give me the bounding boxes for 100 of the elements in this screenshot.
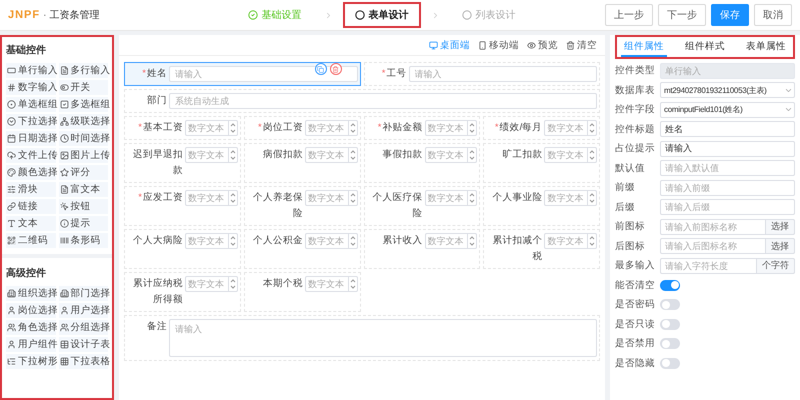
toggle-switch[interactable] — [660, 280, 680, 291]
number-input[interactable]: 数字文本 — [304, 190, 358, 206]
form-item[interactable]: 累计应纳税所得额 数字文本 — [124, 272, 241, 312]
form-item[interactable]: *基本工资 数字文本 — [124, 116, 241, 140]
palette-item[interactable]: 用户组件 — [6, 337, 56, 352]
palette-item[interactable]: 文本 — [6, 216, 56, 231]
palette-item[interactable]: 级联选择 — [58, 114, 108, 129]
form-item[interactable]: *应发工资 数字文本 — [124, 186, 241, 226]
form-item[interactable]: 事假扣款 数字文本 — [364, 143, 480, 183]
palette-item[interactable]: 设计子表 — [58, 337, 108, 352]
form-item[interactable]: 累计收入 数字文本 — [364, 229, 480, 269]
form-item[interactable]: 部门 系统自动生成 — [124, 89, 600, 113]
addon-button[interactable]: 选择 — [766, 218, 795, 235]
form-item[interactable]: 累计扣减个税 数字文本 — [483, 229, 600, 269]
palette-item[interactable]: 单行输入 — [6, 63, 56, 78]
palette-item[interactable]: 按钮 — [58, 199, 108, 214]
number-input[interactable]: 数字文本 — [185, 233, 238, 249]
toggle-switch[interactable] — [660, 318, 680, 330]
form-item[interactable]: 迟到早退扣款 数字文本 — [124, 143, 241, 183]
number-input[interactable]: 数字文本 — [185, 276, 238, 292]
palette-item[interactable]: 部门选择 — [58, 286, 108, 301]
property-input[interactable]: 请输入后缀 — [660, 199, 795, 216]
form-item[interactable]: 个人公积金 数字文本 — [244, 229, 360, 269]
palette-item[interactable]: 分组选择 — [58, 320, 108, 335]
form-item[interactable]: *补贴金额 数字文本 — [364, 116, 480, 140]
palette-item[interactable]: 下拉树形 — [6, 354, 56, 369]
form-item[interactable]: 旷工扣款 数字文本 — [483, 143, 600, 183]
selected-form-item[interactable]: *姓名 请输入 — [124, 62, 360, 86]
form-item[interactable]: *绩效/每月 数字文本 — [483, 116, 600, 140]
palette-item[interactable]: 文件上传 — [6, 148, 56, 163]
palette-item[interactable]: 下拉表格 — [58, 354, 108, 369]
property-input[interactable]: 请输入 — [660, 140, 795, 157]
palette-item[interactable]: 评分 — [58, 165, 108, 180]
palette-item[interactable]: 数字输入 — [6, 80, 56, 95]
number-input[interactable]: 数字文本 — [424, 190, 478, 206]
palette-item[interactable]: 时间选择 — [58, 131, 108, 146]
palette-item[interactable]: 多行输入 — [58, 63, 108, 78]
form-item[interactable]: 本期个税 数字文本 — [244, 272, 360, 312]
palette-item[interactable]: 开关 — [58, 80, 108, 95]
form-item[interactable]: 病假扣款 数字文本 — [244, 143, 360, 183]
number-input[interactable]: 数字文本 — [304, 120, 358, 136]
toolbar-button[interactable]: 预览 — [527, 38, 558, 52]
number-input[interactable]: 数字文本 — [544, 120, 597, 136]
form-item[interactable]: 个人大病险 数字文本 — [124, 229, 241, 269]
action-button[interactable]: 上一步 — [605, 4, 653, 26]
property-input[interactable]: 请输入字符长度 — [660, 258, 757, 274]
tab[interactable]: 组件样式 — [682, 37, 728, 57]
device-tab[interactable]: 移动端 — [478, 38, 519, 52]
form-item[interactable]: 个人事业险 数字文本 — [483, 186, 600, 226]
form-item[interactable]: 备注 请输入 — [124, 315, 600, 361]
number-input[interactable]: 数字文本 — [424, 120, 478, 136]
number-input[interactable]: 数字文本 — [304, 276, 358, 292]
addon-button[interactable]: 个字符 — [757, 258, 795, 274]
toggle-switch[interactable] — [660, 299, 680, 310]
toggle-switch[interactable] — [660, 338, 680, 350]
text-area[interactable]: 请输入 — [169, 319, 597, 357]
action-button[interactable]: 下一步 — [658, 4, 706, 26]
number-input[interactable]: 数字文本 — [424, 233, 478, 249]
palette-item[interactable]: 用户选择 — [58, 303, 108, 318]
step-item[interactable]: 表单设计 — [342, 2, 420, 28]
palette-item[interactable]: 岗位选择 — [6, 303, 56, 318]
number-input[interactable]: 数字文本 — [544, 233, 597, 249]
form-item[interactable]: *工号 请输入 — [364, 62, 600, 86]
number-input[interactable]: 数字文本 — [185, 147, 238, 163]
addon-button[interactable]: 选择 — [766, 238, 795, 254]
palette-item[interactable]: 多选框组 — [58, 97, 108, 112]
number-input[interactable]: 数字文本 — [544, 190, 597, 206]
property-select[interactable]: mt294027801932110053(主表) — [660, 82, 795, 98]
text-input[interactable]: 请输入 — [169, 66, 358, 82]
property-input[interactable]: 请输入前图标名称 — [660, 218, 766, 235]
text-input[interactable]: 请输入 — [408, 66, 597, 82]
number-input[interactable]: 数字文本 — [544, 147, 597, 163]
property-input[interactable]: 请输入后图标名称 — [660, 238, 766, 254]
palette-item[interactable]: 链接 — [6, 199, 56, 214]
palette-item[interactable]: 图片上传 — [58, 148, 108, 163]
palette-item[interactable]: 滑块 — [6, 182, 56, 197]
palette-item[interactable]: 单选框组 — [6, 97, 56, 112]
palette-item[interactable]: 日期选择 — [6, 131, 56, 146]
form-item[interactable]: 个人养老保险 数字文本 — [244, 186, 360, 226]
property-input[interactable]: 请输入默认值 — [660, 160, 795, 176]
palette-item[interactable]: 二维码 — [6, 233, 56, 248]
palette-item[interactable]: 组织选择 — [6, 286, 56, 301]
copy-button[interactable] — [314, 63, 326, 75]
property-input[interactable]: 请输入前缀 — [660, 180, 795, 196]
tab[interactable]: 表单属性 — [743, 37, 789, 57]
palette-item[interactable]: 角色选择 — [6, 320, 56, 335]
number-input[interactable]: 数字文本 — [185, 190, 238, 206]
delete-button[interactable] — [330, 63, 342, 75]
toggle-switch[interactable] — [660, 358, 680, 369]
toolbar-button[interactable]: 清空 — [566, 38, 597, 52]
palette-item[interactable]: 颜色选择 — [6, 165, 56, 180]
text-input[interactable]: 系统自动生成 — [169, 93, 597, 109]
form-item[interactable]: 个人医疗保险 数字文本 — [364, 186, 480, 226]
palette-item[interactable]: 提示 — [58, 216, 108, 231]
action-button[interactable]: 取消 — [754, 4, 792, 26]
number-input[interactable]: 数字文本 — [304, 147, 358, 163]
number-input[interactable]: 数字文本 — [185, 120, 238, 136]
form-item[interactable]: *岗位工资 数字文本 — [244, 116, 360, 140]
property-select[interactable]: cominputField101(姓名) — [660, 102, 795, 118]
palette-item[interactable]: 条形码 — [58, 233, 108, 248]
